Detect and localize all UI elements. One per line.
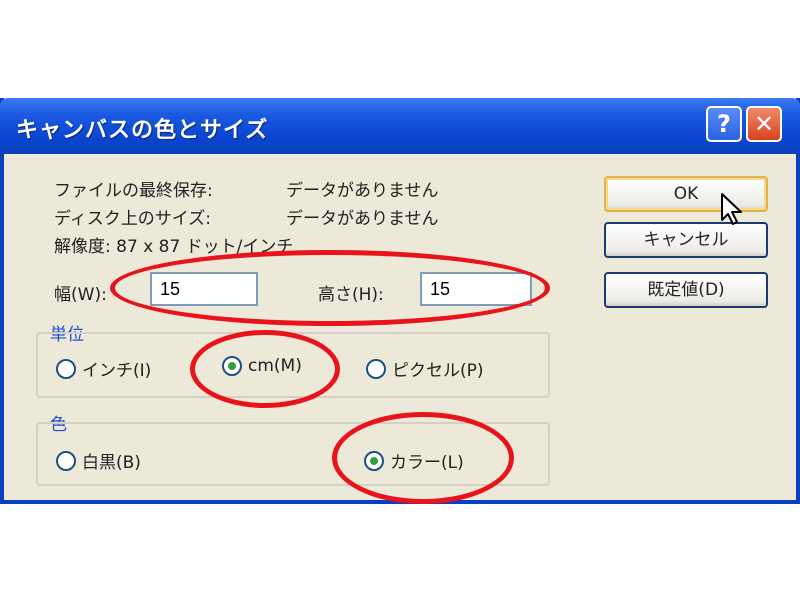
color-bw-label: 白黒(B) xyxy=(82,453,141,473)
radio-circle-icon xyxy=(366,358,386,379)
width-label: 幅(W): xyxy=(54,285,107,305)
cancel-button[interactable]: キャンセル xyxy=(604,222,768,258)
radio-circle-icon xyxy=(56,358,76,379)
color-color-label: カラー(L) xyxy=(390,453,464,473)
unit-pixel-radio[interactable]: ピクセル(P) xyxy=(366,356,484,381)
width-input[interactable] xyxy=(150,272,258,306)
title-bar[interactable]: キャンバスの色とサイズ ? ✕ xyxy=(0,98,800,154)
mouse-pointer-icon xyxy=(721,193,742,225)
last-saved-label: ファイルの最終保存: xyxy=(54,181,213,201)
unit-inch-radio[interactable]: インチ(I) xyxy=(56,356,151,381)
last-saved-value: データがありません xyxy=(286,181,439,201)
canvas-size-dialog: キャンバスの色とサイズ ? ✕ ファイルの最終保存: データがありません ディス… xyxy=(0,98,800,504)
height-label: 高さ(H): xyxy=(318,285,384,305)
radio-checked-icon xyxy=(364,450,384,471)
disk-size-label: ディスク上のサイズ: xyxy=(54,209,212,229)
default-values-button[interactable]: 既定値(D) xyxy=(604,272,768,308)
height-input[interactable] xyxy=(420,272,532,306)
page: キャンバスの色とサイズ ? ✕ ファイルの最終保存: データがありません ディス… xyxy=(0,0,800,600)
color-bw-radio[interactable]: 白黒(B) xyxy=(56,448,141,473)
unit-inch-label: インチ(I) xyxy=(82,361,152,381)
unit-cm-radio[interactable]: cm(M) xyxy=(222,356,302,376)
help-icon: ? xyxy=(717,110,731,138)
unit-pixel-label: ピクセル(P) xyxy=(392,361,484,381)
help-button[interactable]: ? xyxy=(706,106,742,142)
color-color-radio[interactable]: カラー(L) xyxy=(364,448,464,473)
radio-checked-icon xyxy=(222,356,242,376)
dialog-title: キャンバスの色とサイズ xyxy=(16,118,269,143)
resolution-text: 解像度: 87 x 87 ドット/インチ xyxy=(54,237,294,257)
radio-circle-icon xyxy=(56,450,76,471)
close-button[interactable]: ✕ xyxy=(746,106,782,142)
close-icon: ✕ xyxy=(753,110,775,138)
unit-cm-label: cm(M) xyxy=(248,356,302,376)
disk-size-value: データがありません xyxy=(286,209,439,229)
